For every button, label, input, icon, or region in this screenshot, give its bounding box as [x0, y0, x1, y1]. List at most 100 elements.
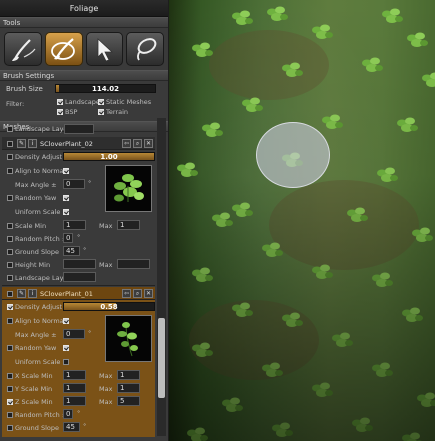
- mesh-2-z-min-field[interactable]: 1: [63, 396, 86, 406]
- mesh-1-random-yaw-label: Random Yaw: [15, 194, 57, 202]
- filter-bsp-checkbox[interactable]: [57, 109, 63, 115]
- mesh-1-height-min-label: Height Min: [15, 261, 51, 269]
- mesh-1-height-min-field[interactable]: [63, 259, 96, 269]
- mesh-1-scale-min-field[interactable]: 1: [63, 220, 86, 230]
- mesh-2-z-max-field[interactable]: 5: [117, 396, 140, 406]
- mesh-1-scale-max-field[interactable]: 1: [117, 220, 140, 230]
- mesh-2-random-pitch-field[interactable]: 0: [63, 409, 73, 419]
- mesh-2-y-scale-checkbox[interactable]: [7, 386, 13, 392]
- mesh-2-degree-symbol: °: [88, 329, 92, 337]
- mesh-1-uniform-scale-label: Uniform Scale: [15, 208, 61, 216]
- mesh-2-random-pitch-checkbox[interactable]: [7, 412, 13, 418]
- mesh-2-ground-slope-label: Ground Slope: [15, 424, 60, 432]
- landscape-layer-field[interactable]: [64, 124, 94, 134]
- mesh-1-landscape-layer-field[interactable]: [63, 272, 96, 282]
- mesh-2-x-scale-label: X Scale Min: [15, 372, 53, 380]
- mesh-2-ground-slope-field[interactable]: 45: [63, 422, 80, 432]
- mesh-2-y-max-field[interactable]: 1: [117, 383, 140, 393]
- mesh-2-align-value-checkbox[interactable]: [63, 318, 69, 324]
- mesh-2-x-scale-checkbox[interactable]: [7, 373, 13, 379]
- brush-settings-header: Brush Settings: [0, 70, 168, 81]
- landscape-layer-checkbox[interactable]: [7, 126, 13, 132]
- mesh-2-enable-checkbox[interactable]: [7, 291, 13, 297]
- mesh-1-info-icon[interactable]: i: [28, 139, 37, 148]
- mesh-2-y-scale-label: Y Scale Min: [15, 385, 53, 393]
- level-viewport[interactable]: [169, 0, 435, 441]
- meshes-scrollbar-thumb[interactable]: [158, 318, 165, 398]
- mesh-1-uniform-scale-checkbox[interactable]: [63, 209, 69, 215]
- mesh-1-height-checkbox[interactable]: [7, 262, 13, 268]
- mesh-separator: [2, 285, 155, 286]
- mesh-1-random-pitch-checkbox[interactable]: [7, 236, 13, 242]
- mesh-2-thumbnail: [105, 315, 152, 362]
- mesh-1-header: ✎ i SCloverPlant_02 ⇦ ⌕ ✕: [2, 137, 155, 150]
- select-tool-button[interactable]: [85, 32, 124, 66]
- mesh-1-ground-slope-label: Ground Slope: [15, 248, 60, 256]
- mesh-1-landscape-layer-label: Landscape Layer: [15, 274, 71, 282]
- mesh-2-density-checkbox[interactable]: [7, 304, 13, 310]
- mesh-1-align-value-checkbox[interactable]: [63, 168, 69, 174]
- mesh-2-max-angle-label: Max Angle ±: [15, 331, 57, 339]
- mesh-2-name: SCloverPlant_01: [40, 290, 93, 298]
- mesh-1-ground-slope-checkbox[interactable]: [7, 249, 13, 255]
- mesh-2-random-yaw-checkbox[interactable]: [7, 345, 13, 351]
- mesh-1-name: SCloverPlant_02: [40, 140, 93, 148]
- mesh-1-paint-icon[interactable]: ✎: [17, 139, 26, 148]
- mesh-1-height-max-field[interactable]: [117, 259, 150, 269]
- reapply-tool-button[interactable]: [44, 32, 83, 66]
- mesh-2-y-max-label: Max: [99, 385, 113, 393]
- mesh-2-use-icon[interactable]: ⇦: [122, 289, 131, 298]
- filter-terrain-checkbox[interactable]: [98, 109, 104, 115]
- mesh-2-x-max-field[interactable]: 1: [117, 370, 140, 380]
- mesh-2-info-icon[interactable]: i: [28, 289, 37, 298]
- mesh-2-pitch-degree-symbol: °: [77, 409, 81, 417]
- filter-label: Filter:: [6, 100, 25, 108]
- mesh-2-slope-degree-symbol: °: [83, 422, 87, 430]
- mesh-2-ground-slope-checkbox[interactable]: [7, 425, 13, 431]
- mesh-1-use-icon[interactable]: ⇦: [122, 139, 131, 148]
- mesh-2-max-angle-field[interactable]: 0: [63, 329, 85, 339]
- mesh-1-random-yaw-checkbox[interactable]: [7, 195, 13, 201]
- lasso-icon: [137, 38, 157, 61]
- mesh-2-header: ✎ i SCloverPlant_01 ⇦ ⌕ ✕: [2, 287, 155, 300]
- mesh-1-search-icon[interactable]: ⌕: [133, 139, 142, 148]
- mesh-2-density-slider[interactable]: 0.58: [63, 302, 155, 311]
- mesh-2-close-icon[interactable]: ✕: [144, 289, 153, 298]
- mesh-2-random-yaw-value-checkbox[interactable]: [63, 345, 69, 351]
- lasso-tool-button[interactable]: [126, 32, 164, 66]
- mesh-2-search-icon[interactable]: ⌕: [133, 289, 142, 298]
- filter-landscape-label: Landscape: [65, 98, 100, 106]
- mesh-2-y-min-field[interactable]: 1: [63, 383, 86, 393]
- mesh-1-enable-checkbox[interactable]: [7, 141, 13, 147]
- mesh-2-z-max-label: Max: [99, 398, 113, 406]
- mesh-2-density-label: Density Adjust: [15, 303, 63, 311]
- mesh-2-z-scale-checkbox[interactable]: [7, 399, 13, 405]
- filter-landscape-checkbox[interactable]: [57, 99, 63, 105]
- mesh-2-x-max-label: Max: [99, 372, 113, 380]
- mesh-1-thumbnail: [105, 165, 152, 212]
- mesh-2-random-pitch-label: Random Pitch ±: [15, 411, 68, 419]
- brush-size-slider[interactable]: 114.02: [55, 84, 156, 93]
- mesh-2-uniform-scale-checkbox[interactable]: [63, 359, 69, 365]
- mesh-1-random-yaw-value-checkbox[interactable]: [63, 195, 69, 201]
- arrow-cursor-icon: [97, 38, 114, 62]
- mesh-2-align-checkbox[interactable]: [7, 318, 13, 324]
- mesh-1-align-checkbox[interactable]: [7, 168, 13, 174]
- mesh-1-density-checkbox[interactable]: [7, 154, 13, 160]
- mesh-2-x-min-field[interactable]: 1: [63, 370, 86, 380]
- mesh-1-ground-slope-field[interactable]: 45: [63, 246, 80, 256]
- filter-terrain-label: Terrain: [106, 108, 129, 116]
- mesh-1-landscape-layer-checkbox[interactable]: [7, 275, 13, 281]
- mesh-1-close-icon[interactable]: ✕: [144, 139, 153, 148]
- filter-block: Filter: Landscape Static Meshes BSP Terr…: [0, 96, 168, 120]
- brush-size-value: 114.02: [91, 85, 119, 93]
- mesh-1-max-angle-field[interactable]: 0: [63, 179, 85, 189]
- mesh-2-paint-icon[interactable]: ✎: [17, 289, 26, 298]
- mesh-1-random-pitch-field[interactable]: 0: [63, 233, 73, 243]
- mesh-item-2: ✎ i SCloverPlant_01 ⇦ ⌕ ✕ Density Adjust…: [2, 287, 155, 437]
- filter-static-meshes-checkbox[interactable]: [98, 99, 104, 105]
- paint-tool-button[interactable]: [4, 32, 42, 66]
- meshes-scrollbar[interactable]: [157, 118, 166, 436]
- mesh-1-scale-checkbox[interactable]: [7, 223, 13, 229]
- mesh-1-density-slider[interactable]: 1.00: [63, 152, 155, 161]
